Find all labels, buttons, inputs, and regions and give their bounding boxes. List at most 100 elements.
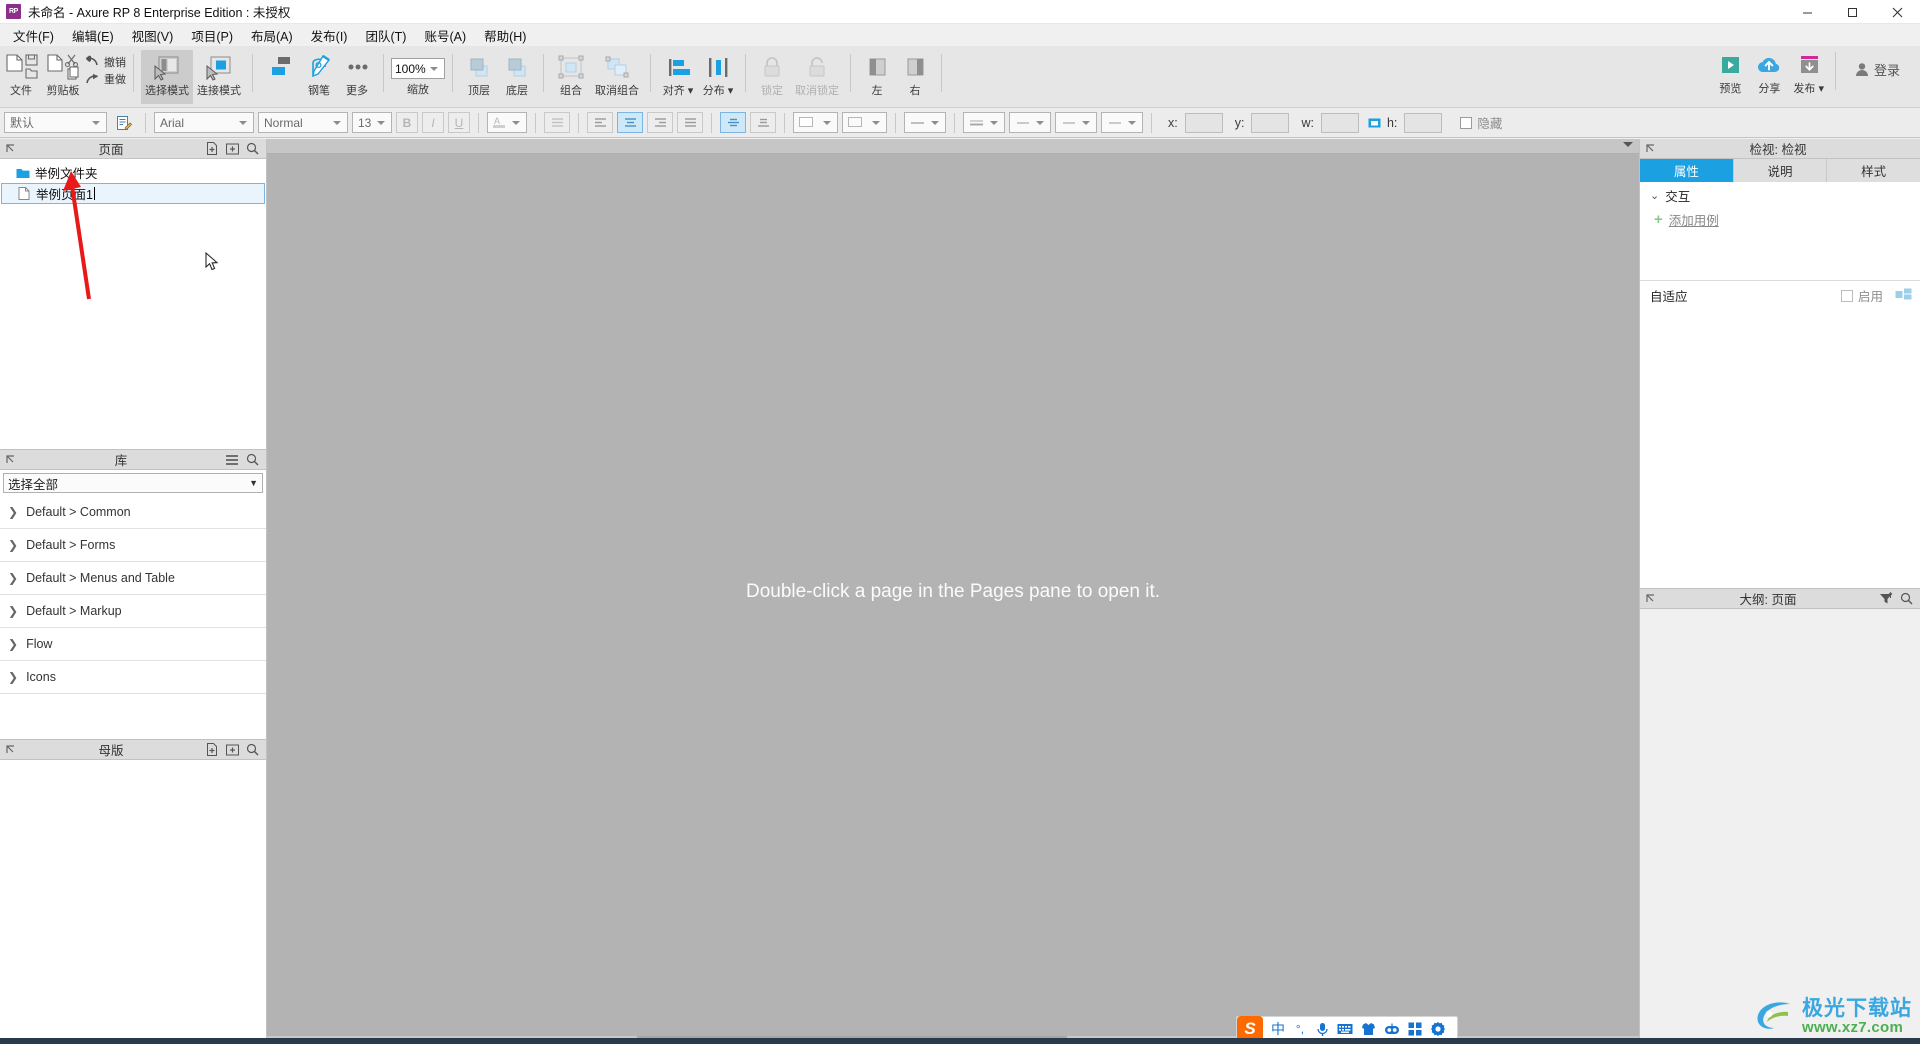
distribute-button[interactable]: 分布 ▾ xyxy=(698,50,738,104)
menu-view[interactable]: 视图(V) xyxy=(123,25,183,45)
w-input[interactable] xyxy=(1320,112,1359,133)
bold-button[interactable]: B xyxy=(396,112,418,133)
add-master-icon[interactable] xyxy=(202,741,222,759)
library-item-markup[interactable]: ❯ Default > Markup xyxy=(0,595,266,628)
library-item-common[interactable]: ❯ Default > Common xyxy=(0,496,266,529)
punctuation-icon[interactable]: °, xyxy=(1290,1022,1310,1036)
zoom-combobox[interactable]: 100% xyxy=(391,58,445,79)
collapse-panel-icon[interactable] xyxy=(1640,590,1660,608)
keyboard-icon[interactable] xyxy=(1334,1023,1356,1035)
library-item-icons[interactable]: ❯ Icons xyxy=(0,661,266,694)
select-mode-button[interactable]: 选择模式 xyxy=(141,50,193,104)
menu-project[interactable]: 项目(P) xyxy=(182,25,242,45)
collapse-panel-icon[interactable] xyxy=(0,741,20,759)
y-input[interactable] xyxy=(1251,112,1290,133)
tab-style[interactable]: 样式 xyxy=(1827,159,1920,182)
connect-mode-button[interactable]: 连接模式 xyxy=(193,50,245,104)
undo-button[interactable]: 撤销 xyxy=(84,54,126,70)
font-color-combobox[interactable]: A xyxy=(487,112,527,133)
chinese-mode-icon[interactable]: 中 xyxy=(1268,1019,1288,1039)
menu-account[interactable]: 账号(A) xyxy=(415,25,475,45)
collapse-panel-icon[interactable] xyxy=(0,140,20,158)
adaptive-settings-icon[interactable] xyxy=(1895,288,1912,304)
collapse-panel-icon[interactable] xyxy=(0,451,20,469)
font-weight-combobox[interactable]: Normal xyxy=(258,112,348,133)
menu-help[interactable]: 帮助(H) xyxy=(475,25,535,45)
line-arrow-end-combobox[interactable] xyxy=(1055,112,1097,133)
search-icon[interactable] xyxy=(242,451,262,469)
send-to-back-button[interactable]: 底层 xyxy=(498,50,536,104)
more-button[interactable]: 更多 xyxy=(338,50,376,104)
bring-to-front-button[interactable]: 顶层 xyxy=(460,50,498,104)
tree-item-page[interactable]: 举例页面1 xyxy=(1,183,265,204)
share-button[interactable]: 分享 xyxy=(1749,48,1789,102)
adaptive-enable-checkbox[interactable] xyxy=(1840,289,1853,302)
preview-button[interactable]: 预览 xyxy=(1711,48,1749,102)
border-style-combobox[interactable] xyxy=(904,112,946,133)
x-input[interactable] xyxy=(1184,112,1223,133)
style-combobox[interactable]: 默认 xyxy=(4,112,107,133)
font-family-combobox[interactable]: Arial xyxy=(154,112,254,133)
search-icon[interactable] xyxy=(1896,590,1916,608)
menu-team[interactable]: 团队(T) xyxy=(356,25,415,45)
underline-button[interactable]: U xyxy=(448,112,470,133)
line-cap-combobox[interactable] xyxy=(1101,112,1143,133)
ungroup-button[interactable]: 取消组合 xyxy=(591,50,643,104)
microphone-icon[interactable] xyxy=(1312,1022,1332,1037)
robot-icon[interactable] xyxy=(1381,1023,1402,1036)
search-icon[interactable] xyxy=(242,140,262,158)
collapse-panel-icon[interactable] xyxy=(1640,140,1660,158)
close-button[interactable] xyxy=(1875,0,1920,24)
align-right-button[interactable] xyxy=(647,112,673,133)
hidden-checkbox[interactable] xyxy=(1460,116,1473,129)
lock-button[interactable]: 锁定 xyxy=(753,50,791,104)
interaction-section-header[interactable]: ⌄ 交互 xyxy=(1640,182,1920,208)
filter-icon[interactable] xyxy=(1876,590,1896,608)
clipboard-button[interactable]: 剪贴板 xyxy=(42,50,84,104)
tab-properties[interactable]: 属性 xyxy=(1640,159,1734,182)
font-size-combobox[interactable]: 13 xyxy=(352,112,392,133)
library-select[interactable]: 选择全部 ▼ xyxy=(3,473,263,493)
library-item-forms[interactable]: ❯ Default > Forms xyxy=(0,529,266,562)
add-folder-icon[interactable] xyxy=(222,741,242,759)
group-button[interactable]: 组合 xyxy=(551,50,591,104)
chevron-down-icon[interactable] xyxy=(1623,142,1633,147)
menu-edit[interactable]: 编辑(E) xyxy=(63,25,123,45)
align-center-button[interactable] xyxy=(617,112,643,133)
toggle-left-panel-button[interactable]: 左 xyxy=(858,50,896,104)
add-case-button[interactable]: + 添加用例 xyxy=(1640,208,1920,230)
lock-aspect-ratio-button[interactable] xyxy=(1368,117,1381,129)
tab-notes[interactable]: 说明 xyxy=(1733,159,1828,182)
zoom-control[interactable]: 100% 缩放 xyxy=(391,50,445,96)
redo-button[interactable]: 重做 xyxy=(84,71,126,87)
add-page-icon[interactable] xyxy=(202,140,222,158)
line-arrow-start-combobox[interactable] xyxy=(1009,112,1051,133)
line-weight-combobox[interactable] xyxy=(963,112,1005,133)
valign-bottom-button[interactable] xyxy=(750,112,776,133)
menu-file[interactable]: 文件(F) xyxy=(4,25,63,45)
canvas-area[interactable]: Double-click a page in the Pages pane to… xyxy=(267,139,1639,1044)
unlock-button[interactable]: 取消锁定 xyxy=(791,50,843,104)
toggle-right-panel-button[interactable]: 右 xyxy=(896,50,934,104)
line-color-combobox[interactable] xyxy=(842,112,887,133)
italic-button[interactable]: I xyxy=(422,112,444,133)
text-align-none-button[interactable] xyxy=(544,112,570,133)
login-button[interactable]: 登录 xyxy=(1843,54,1912,85)
maximize-button[interactable] xyxy=(1830,0,1875,24)
menu-publish[interactable]: 发布(I) xyxy=(302,25,357,45)
menu-layout[interactable]: 布局(A) xyxy=(242,25,302,45)
fill-color-combobox[interactable] xyxy=(793,112,838,133)
library-item-menus-and-table[interactable]: ❯ Default > Menus and Table xyxy=(0,562,266,595)
hamburger-icon[interactable] xyxy=(222,451,242,469)
skin-icon[interactable] xyxy=(1358,1022,1379,1036)
align-button[interactable]: 对齐 ▾ xyxy=(658,50,698,104)
add-folder-icon[interactable] xyxy=(222,140,242,158)
minimize-button[interactable] xyxy=(1785,0,1830,24)
settings-icon[interactable] xyxy=(1427,1022,1448,1036)
tree-item-folder[interactable]: 举例文件夹 xyxy=(0,162,266,183)
pen-button[interactable]: 钢笔 xyxy=(300,50,338,104)
style-editor-button[interactable] xyxy=(111,115,137,131)
publish-button[interactable]: 发布 ▾ xyxy=(1789,48,1828,102)
align-left-button[interactable] xyxy=(587,112,613,133)
apps-icon[interactable] xyxy=(1404,1022,1425,1036)
